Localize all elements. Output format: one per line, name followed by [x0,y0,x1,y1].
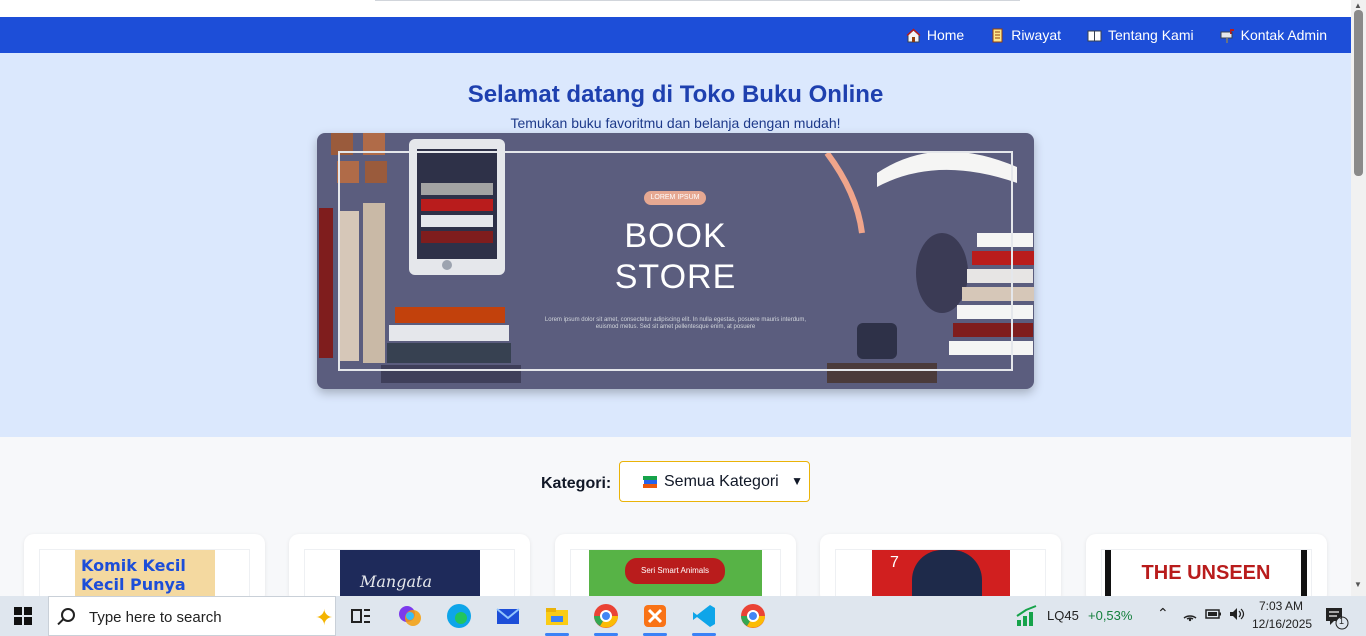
book-icon [1087,28,1102,43]
scroll-icon [990,28,1005,43]
category-select-value: Semua Kategori [664,472,779,490]
scrollbar-thumb[interactable] [1354,10,1363,176]
page-subtitle: Temukan buku favoritmu dan belanja denga… [510,115,841,131]
notification-icon[interactable]: 1 [1322,602,1350,630]
address-bar-edge [375,0,1020,1]
page-title: Selamat datang di Toko Buku Online [467,81,884,108]
chrome-icon[interactable] [592,602,620,636]
stock-name[interactable]: LQ45 [1047,608,1079,623]
book-card[interactable]: Mangata [289,534,530,610]
category-select[interactable]: Semua Kategori ▼ [619,461,810,502]
file-explorer-icon[interactable] [543,602,571,636]
nav-kontak-admin-label: Kontak Admin [1240,27,1327,43]
book-cover-title: Seri Smart Animals [625,558,725,584]
taskbar-search-box[interactable]: Type here to search ✦ [48,596,336,636]
banner-pill: LOREM IPSUM [644,191,706,205]
page-scrollbar[interactable]: ▲ ▼ [1351,0,1366,596]
nav-home[interactable]: Home [906,27,964,43]
book-cover-title: 7 [890,554,899,571]
nav-home-label: Home [926,27,965,43]
edge-browser-icon[interactable] [445,602,473,630]
house-icon [906,27,921,43]
vscode-icon[interactable] [690,602,718,636]
book-cover-title: Mangata [360,572,432,591]
bookstore-banner: LOREM IPSUM BOOK STORE Lorem ipsum dolor… [317,133,1034,389]
search-icon [61,608,75,622]
scroll-up-icon[interactable]: ▲ [1354,1,1362,10]
catalog-section: Kategori: Semua Kategori ▼ Komik Kecil K… [0,437,1351,610]
stock-change[interactable]: +0,53% [1088,608,1132,623]
book-card[interactable]: THE UNSEEN [1086,534,1327,610]
nav-tentang-kami[interactable]: Tentang Kami [1087,27,1194,43]
chevron-down-icon: ▼ [791,474,803,488]
mailbox-icon [1220,28,1235,43]
nav-kontak-admin[interactable]: Kontak Admin [1220,27,1327,43]
banner-body-text: Lorem ipsum dolor sit amet, consectetur … [544,317,807,330]
clock-date[interactable]: 12/16/2025 [1252,617,1312,631]
banner-title-line1: BOOK [624,217,727,255]
task-view-icon[interactable] [346,602,374,630]
hero-section: Selamat datang di Toko Buku Online Temuk… [0,53,1351,437]
book-cover-title: THE UNSEEN [1141,562,1271,584]
category-label: Kategori: [541,475,612,492]
wifi-icon[interactable] [1182,606,1198,625]
taskbar-search-placeholder: Type here to search [89,609,222,626]
chrome-icon-2[interactable] [739,602,767,630]
browser-top-strip [0,0,1351,17]
xampp-icon[interactable] [641,602,669,636]
sparkle-icon: ✦ [315,605,334,630]
clock-time[interactable]: 7:03 AM [1259,599,1303,613]
nav-riwayat[interactable]: Riwayat [990,27,1061,43]
book-card[interactable]: 7 [820,534,1061,610]
mail-icon[interactable] [494,602,522,630]
stock-chart-icon[interactable] [1014,602,1040,630]
nav-tentang-kami-label: Tentang Kami [1108,27,1194,43]
notification-count: 1 [1339,616,1345,626]
books-icon [642,474,658,490]
windows-taskbar: Type here to search ✦ LQ45 +0,53% ⌃ 7:03 [0,596,1366,636]
windows-start-icon[interactable] [14,607,32,625]
copilot-icon[interactable] [396,602,424,630]
scroll-down-icon[interactable]: ▼ [1354,580,1362,589]
book-card[interactable]: Seri Smart Animals [555,534,796,610]
volume-icon[interactable] [1228,606,1246,625]
chevron-up-icon[interactable]: ⌃ [1157,605,1169,622]
battery-icon[interactable] [1205,607,1223,624]
main-navbar: Home Riwayat Tentang Kami Kontak Admin [0,17,1351,53]
nav-riwayat-label: Riwayat [1011,27,1061,43]
banner-title-line2: STORE [614,258,737,296]
book-card[interactable]: Komik Kecil Kecil Punya Karya [24,534,265,610]
